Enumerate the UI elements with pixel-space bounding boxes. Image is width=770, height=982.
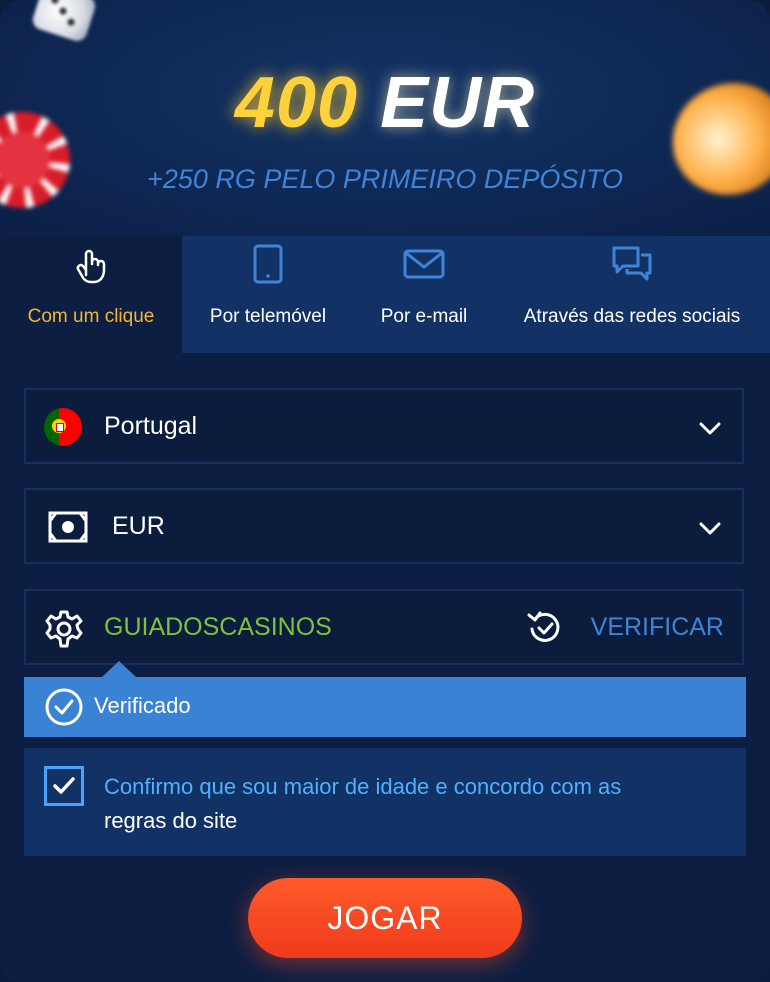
refresh-check-icon[interactable]	[526, 609, 564, 647]
chat-bubbles-icon	[612, 246, 652, 281]
promo-code-value: GUIADOSCASINOS	[104, 613, 332, 641]
dice-decoration	[30, 0, 98, 44]
verified-label: Verificado	[94, 693, 191, 718]
bonus-currency: EUR	[380, 63, 536, 143]
chevron-down-icon	[699, 522, 721, 535]
tab-email[interactable]: Por e-mail	[354, 236, 494, 353]
terms-agreement: Confirmo que sou maior de idade e concor…	[24, 748, 746, 856]
bonus-subtitle: +250 RG PELO PRIMEIRO DEPÓSITO	[147, 164, 623, 194]
checkmark-icon	[53, 777, 75, 794]
terms-rules-link[interactable]: regras do site	[104, 808, 237, 833]
portugal-flag-icon	[44, 408, 82, 446]
verified-banner: Verificado	[24, 661, 746, 737]
tab-label: Com um clique	[27, 306, 155, 327]
mobile-phone-icon	[253, 244, 283, 284]
terms-checkbox[interactable]	[44, 766, 84, 806]
banknote-icon	[48, 511, 88, 543]
registration-method-tabs: Com um clique Por telemóvel Por e-mail A…	[0, 236, 770, 353]
tab-label: Através das redes sociais	[523, 306, 741, 327]
chevron-down-icon	[699, 422, 721, 435]
terms-text: Confirmo que sou maior de idade e concor…	[104, 770, 724, 838]
gear-icon	[45, 610, 83, 648]
terms-text-highlight: Confirmo que sou maior de idade e concor…	[104, 774, 622, 799]
check-circle-icon	[45, 688, 83, 726]
hand-pointer-icon	[76, 249, 106, 284]
tab-one-click[interactable]: Com um clique	[0, 236, 182, 353]
tab-label: Por telemóvel	[209, 306, 327, 327]
currency-select[interactable]: EUR	[24, 488, 744, 564]
bonus-amount: 400 EUR	[0, 62, 770, 144]
envelope-icon	[403, 249, 445, 279]
bonus-banner: 400 EUR +250 RG PELO PRIMEIRO DEPÓSITO	[0, 0, 770, 236]
bonus-value: 400	[234, 63, 359, 143]
country-select[interactable]: Portugal	[24, 388, 744, 464]
registration-card: 400 EUR +250 RG PELO PRIMEIRO DEPÓSITO Co…	[0, 0, 770, 982]
tab-phone[interactable]: Por telemóvel	[182, 236, 354, 353]
currency-value: EUR	[112, 512, 165, 540]
tab-label: Por e-mail	[380, 306, 468, 327]
tab-social[interactable]: Através das redes sociais	[494, 236, 770, 353]
promo-code-field[interactable]: GUIADOSCASINOS VERIFICAR	[24, 589, 744, 665]
country-value: Portugal	[104, 412, 198, 440]
play-button[interactable]: JOGAR	[248, 878, 522, 958]
verify-button[interactable]: VERIFICAR	[591, 613, 724, 642]
